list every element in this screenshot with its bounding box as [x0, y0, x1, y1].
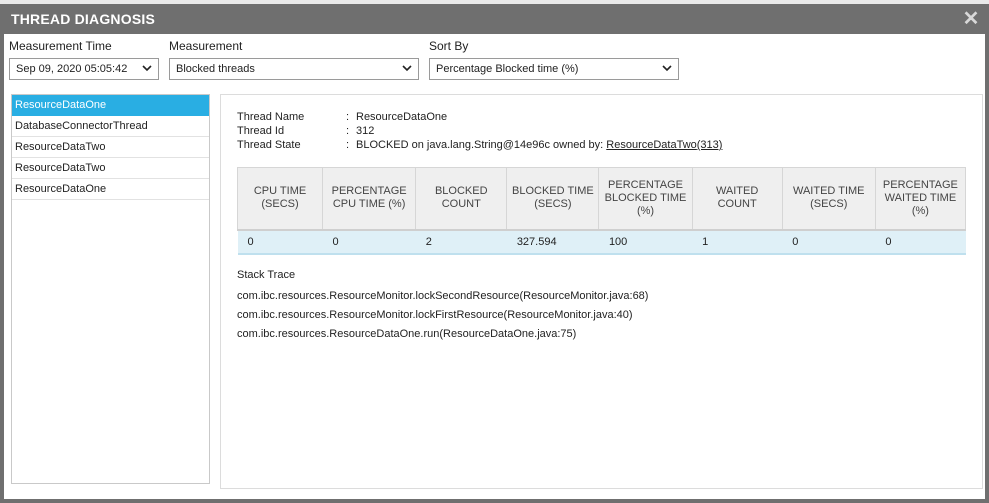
- measurement-time-value: Sep 09, 2020 05:05:42: [16, 63, 128, 75]
- dialog-body: Measurement Time Measurement Sort By Sep…: [4, 34, 985, 499]
- thread-list-item[interactable]: ResourceDataOne: [12, 179, 209, 200]
- thread-list-item[interactable]: ResourceDataTwo: [12, 137, 209, 158]
- table-row: 0 0 2 327.594 100 1 0 0: [237, 229, 966, 255]
- thread-list: ResourceDataOne DatabaseConnectorThread …: [11, 94, 210, 484]
- table-cell: 0: [322, 229, 416, 255]
- thread-list-item[interactable]: DatabaseConnectorThread: [12, 116, 209, 137]
- thread-state-text: BLOCKED on java.lang.String@14e96c owned…: [356, 139, 607, 151]
- thread-list-item[interactable]: ResourceDataTwo: [12, 158, 209, 179]
- measurement-select[interactable]: Blocked threads: [169, 58, 419, 80]
- stack-trace-line: com.ibc.resources.ResourceDataOne.run(Re…: [237, 328, 577, 340]
- table-cell: 100: [598, 229, 693, 255]
- column-header: PERCENTAGE WAITED TIME (%): [874, 167, 967, 231]
- sort-by-select[interactable]: Percentage Blocked time (%): [429, 58, 679, 80]
- thread-id-value: 312: [356, 125, 375, 137]
- table-header-row: CPU TIME (SECS) PERCENTAGE CPU TIME (%) …: [236, 167, 967, 231]
- separator: :: [346, 111, 350, 123]
- thread-metrics-table: CPU TIME (SECS) PERCENTAGE CPU TIME (%) …: [236, 167, 967, 255]
- thread-diagnosis-dialog: THREAD DIAGNOSIS ✕ Measurement Time Meas…: [0, 0, 989, 503]
- dialog-title: THREAD DIAGNOSIS: [11, 11, 155, 27]
- column-header: PERCENTAGE CPU TIME (%): [322, 167, 417, 231]
- chevron-down-icon: [402, 65, 412, 72]
- column-header: PERCENTAGE BLOCKED TIME (%): [598, 167, 693, 231]
- table-cell: 0: [782, 229, 876, 255]
- chevron-down-icon: [142, 65, 152, 72]
- table-cell: 327.594: [506, 229, 599, 255]
- thread-name-label: Thread Name: [237, 111, 305, 123]
- column-header: WAITED TIME (SECS): [781, 167, 876, 231]
- owner-thread-id-link[interactable]: (313): [697, 139, 723, 151]
- owner-thread-link[interactable]: ResourceDataTwo: [606, 139, 697, 151]
- close-icon[interactable]: ✕: [961, 8, 981, 30]
- thread-id-label: Thread Id: [237, 125, 285, 137]
- separator: :: [346, 139, 350, 151]
- column-header: WAITED COUNT: [691, 167, 783, 231]
- measurement-time-label: Measurement Time: [9, 39, 112, 53]
- table-cell: 0: [237, 229, 323, 255]
- separator: :: [346, 125, 350, 137]
- thread-name-value: ResourceDataOne: [356, 111, 448, 123]
- measurement-value: Blocked threads: [176, 63, 255, 75]
- table-cell: 0: [875, 229, 966, 255]
- stack-trace-title: Stack Trace: [237, 269, 296, 281]
- measurement-label: Measurement: [169, 39, 243, 53]
- column-header: BLOCKED COUNT: [415, 167, 508, 231]
- thread-state-label: Thread State: [237, 139, 301, 151]
- column-header: CPU TIME (SECS): [236, 167, 324, 231]
- thread-detail-panel: Thread Name : ResourceDataOne Thread Id …: [220, 94, 983, 489]
- measurement-time-select[interactable]: Sep 09, 2020 05:05:42: [9, 58, 159, 80]
- thread-list-item[interactable]: ResourceDataOne: [12, 95, 209, 116]
- stack-trace-line: com.ibc.resources.ResourceMonitor.lockFi…: [237, 309, 633, 321]
- table-cell: 1: [692, 229, 783, 255]
- table-cell: 2: [415, 229, 507, 255]
- column-header: BLOCKED TIME (SECS): [506, 167, 600, 231]
- thread-state-value: BLOCKED on java.lang.String@14e96c owned…: [356, 139, 722, 151]
- sort-by-label: Sort By: [429, 39, 469, 53]
- title-bar: THREAD DIAGNOSIS ✕: [0, 4, 989, 34]
- stack-trace-line: com.ibc.resources.ResourceMonitor.lockSe…: [237, 290, 649, 302]
- sort-by-value: Percentage Blocked time (%): [436, 63, 579, 75]
- chevron-down-icon: [662, 65, 672, 72]
